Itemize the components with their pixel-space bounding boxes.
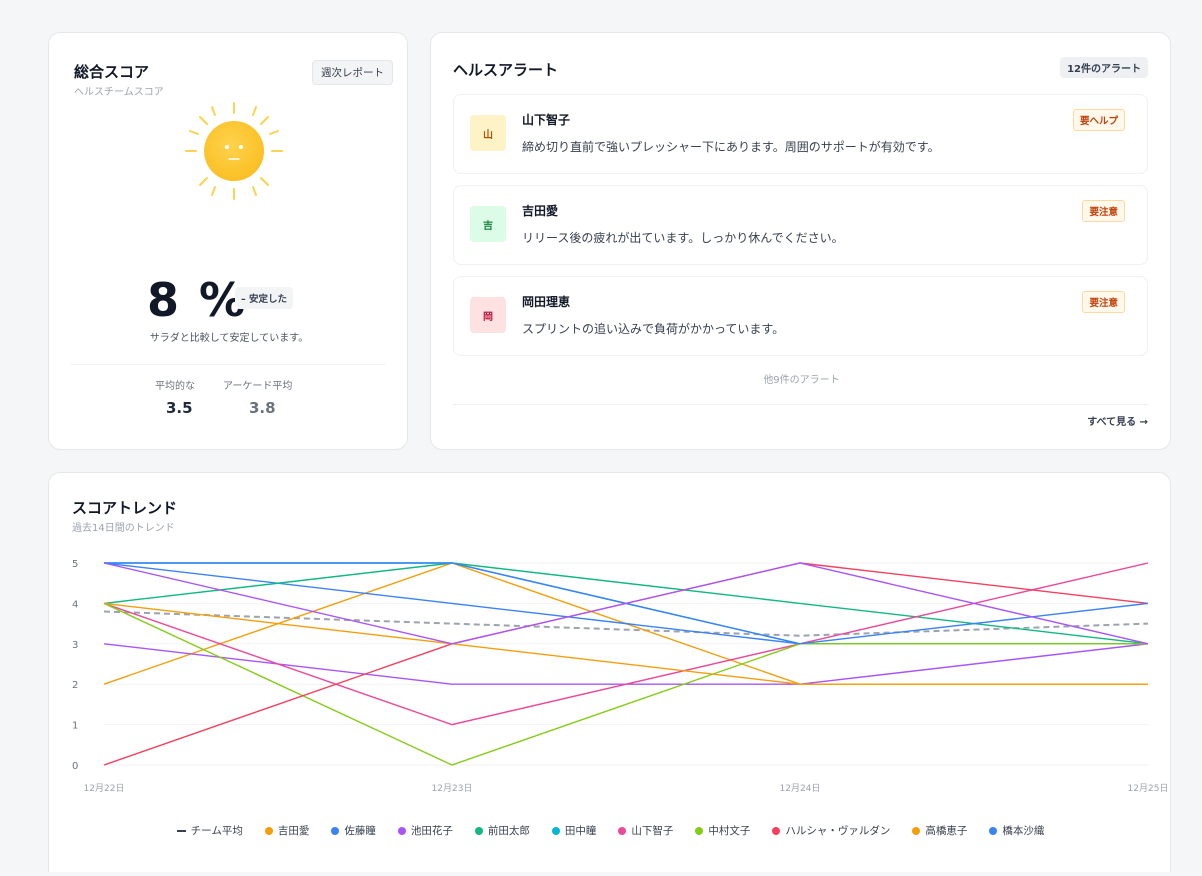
legend-item[interactable]: 中村文子 (695, 823, 750, 838)
legend-dot-marker (912, 826, 921, 835)
legend-dot-marker (695, 826, 704, 835)
average-value: 3.5 (166, 399, 193, 417)
legend-item[interactable]: 吉田愛 (264, 823, 310, 838)
more-alerts-text: 他9件のアラート (763, 375, 840, 386)
legend-label: 前田太郎 (487, 825, 530, 837)
alert-member-name: 岡田理恵 (522, 295, 571, 309)
legend-dash-marker (176, 829, 186, 832)
y-tick-label: 0 (72, 761, 78, 772)
legend-item[interactable]: 佐藤瞳 (331, 823, 376, 838)
legend-dot-marker (772, 826, 781, 835)
average-label: 平均的な (155, 381, 195, 392)
legend-dot-marker (618, 826, 627, 835)
avatar: 岡 (470, 297, 506, 333)
legend-label: 吉田愛 (277, 825, 310, 837)
legend-item[interactable]: 池田花子 (397, 823, 453, 838)
legend-label: 中村文子 (708, 825, 751, 837)
arcade-average-label: アーケード平均 (223, 381, 293, 392)
score-card-subtitle: ヘルスチームスコア (74, 87, 164, 98)
score-card-title: 総合スコア (74, 63, 150, 81)
y-tick-label: 3 (72, 640, 78, 651)
legend-item[interactable]: 高橋恵子 (912, 823, 967, 838)
legend-dot-marker (264, 826, 273, 835)
alert-message: スプリントの追い込みで負荷がかかっています。 (522, 322, 785, 336)
alert-status-tag: 要注意 (1082, 291, 1125, 313)
legend-dot-marker (474, 826, 483, 835)
sun-face-icon (185, 102, 283, 200)
overall-score-value: 8 % (147, 273, 248, 327)
legend-dot-marker (331, 826, 340, 835)
y-tick-label: 1 (72, 721, 78, 732)
alerts-card-title: ヘルスアラート (453, 61, 559, 79)
y-tick-label: 5 (72, 559, 78, 570)
y-tick-label: 2 (72, 680, 78, 691)
legend-label: 田中瞳 (564, 825, 597, 837)
legend-item[interactable]: ハルシャ・ヴァルダン (772, 823, 890, 838)
arcade-average-value: 3.8 (249, 399, 276, 417)
x-tick-label: 12月25日 (1128, 783, 1169, 794)
avatar: 山 (470, 115, 506, 151)
comparison-text: サラダと比較して安定しています。 (149, 333, 309, 344)
legend-label: チーム平均 (190, 825, 243, 837)
y-tick-label: 4 (72, 599, 78, 610)
legend-item[interactable]: 前田太郎 (474, 823, 530, 838)
alert-item[interactable]: 山 山下智子 締め切り直前で強いプレッシャー下にあります。周囲のサポートが有効で… (453, 94, 1148, 174)
legend-label: 池田花子 (410, 825, 453, 837)
alert-item[interactable]: 吉 吉田愛 リリース後の疲れが出ています。しっかり休んでください。 要注意 (453, 185, 1148, 265)
legend-item[interactable]: 橋本沙織 (989, 823, 1044, 838)
legend-item[interactable]: 山下智子 (618, 823, 673, 838)
avatar: 吉 (470, 206, 506, 242)
alert-item[interactable]: 岡 岡田理恵 スプリントの追い込みで負荷がかかっています。 要注意 (453, 276, 1148, 356)
alert-count-badge: 12件のアラート (1060, 57, 1148, 78)
legend-label: 山下智子 (631, 825, 674, 837)
see-all-link[interactable]: すべて見る → (1087, 413, 1148, 428)
alert-message: リリース後の疲れが出ています。しっかり休んでください。 (522, 231, 844, 245)
legend-dot-marker (989, 826, 998, 835)
weekly-report-button[interactable]: 週次レポート (312, 60, 393, 85)
alert-status-tag: 要注意 (1082, 200, 1125, 222)
legend-dot-marker (397, 826, 406, 835)
x-tick-label: 12月23日 (432, 783, 473, 794)
legend-item[interactable]: 田中瞳 (551, 823, 597, 838)
score-trend-chart: 0 1 2 3 4 5 12月22日 12月23日 12月24日 12月25日 (72, 559, 1169, 794)
legend-label: ハルシャ・ヴァルダン (785, 825, 891, 837)
divider (71, 364, 385, 365)
legend-label: 佐藤瞳 (344, 825, 376, 837)
legend-label: 橋本沙織 (1002, 825, 1045, 837)
legend-item[interactable]: チーム平均 (176, 823, 243, 838)
alert-message: 締め切り直前で強いプレッシャー下にあります。周囲のサポートが有効です。 (522, 140, 940, 154)
x-tick-label: 12月24日 (780, 783, 821, 794)
x-tick-label: 12月22日 (84, 783, 125, 794)
chart-legend: チーム平均 吉田愛 佐藤瞳 池田花子 前田太郎 田中瞳 山下智子 中村文子 ハルシャ・ヴァルダン… (49, 823, 1172, 838)
health-alerts-card: ヘルスアラート 12件のアラート 山 山下智子 締め切り直前で強いプレッシャー下… (430, 32, 1171, 450)
alert-member-name: 吉田愛 (522, 204, 559, 218)
score-trend-card: スコアトレンド 過去14日間のトレンド 0 1 2 3 4 5 12月22日 12月23日 12… (48, 472, 1171, 872)
legend-dot-marker (551, 826, 560, 835)
trend-status-badge: – 安定した (235, 287, 294, 309)
overall-score-card: 総合スコア ヘルスチームスコア 週次レポート 8 % – 安定した サラダと比較… (48, 32, 408, 450)
divider (453, 404, 1148, 405)
alert-member-name: 山下智子 (522, 113, 571, 127)
alert-status-tag: 要ヘルプ (1072, 109, 1125, 131)
legend-label: 高橋恵子 (925, 825, 968, 837)
